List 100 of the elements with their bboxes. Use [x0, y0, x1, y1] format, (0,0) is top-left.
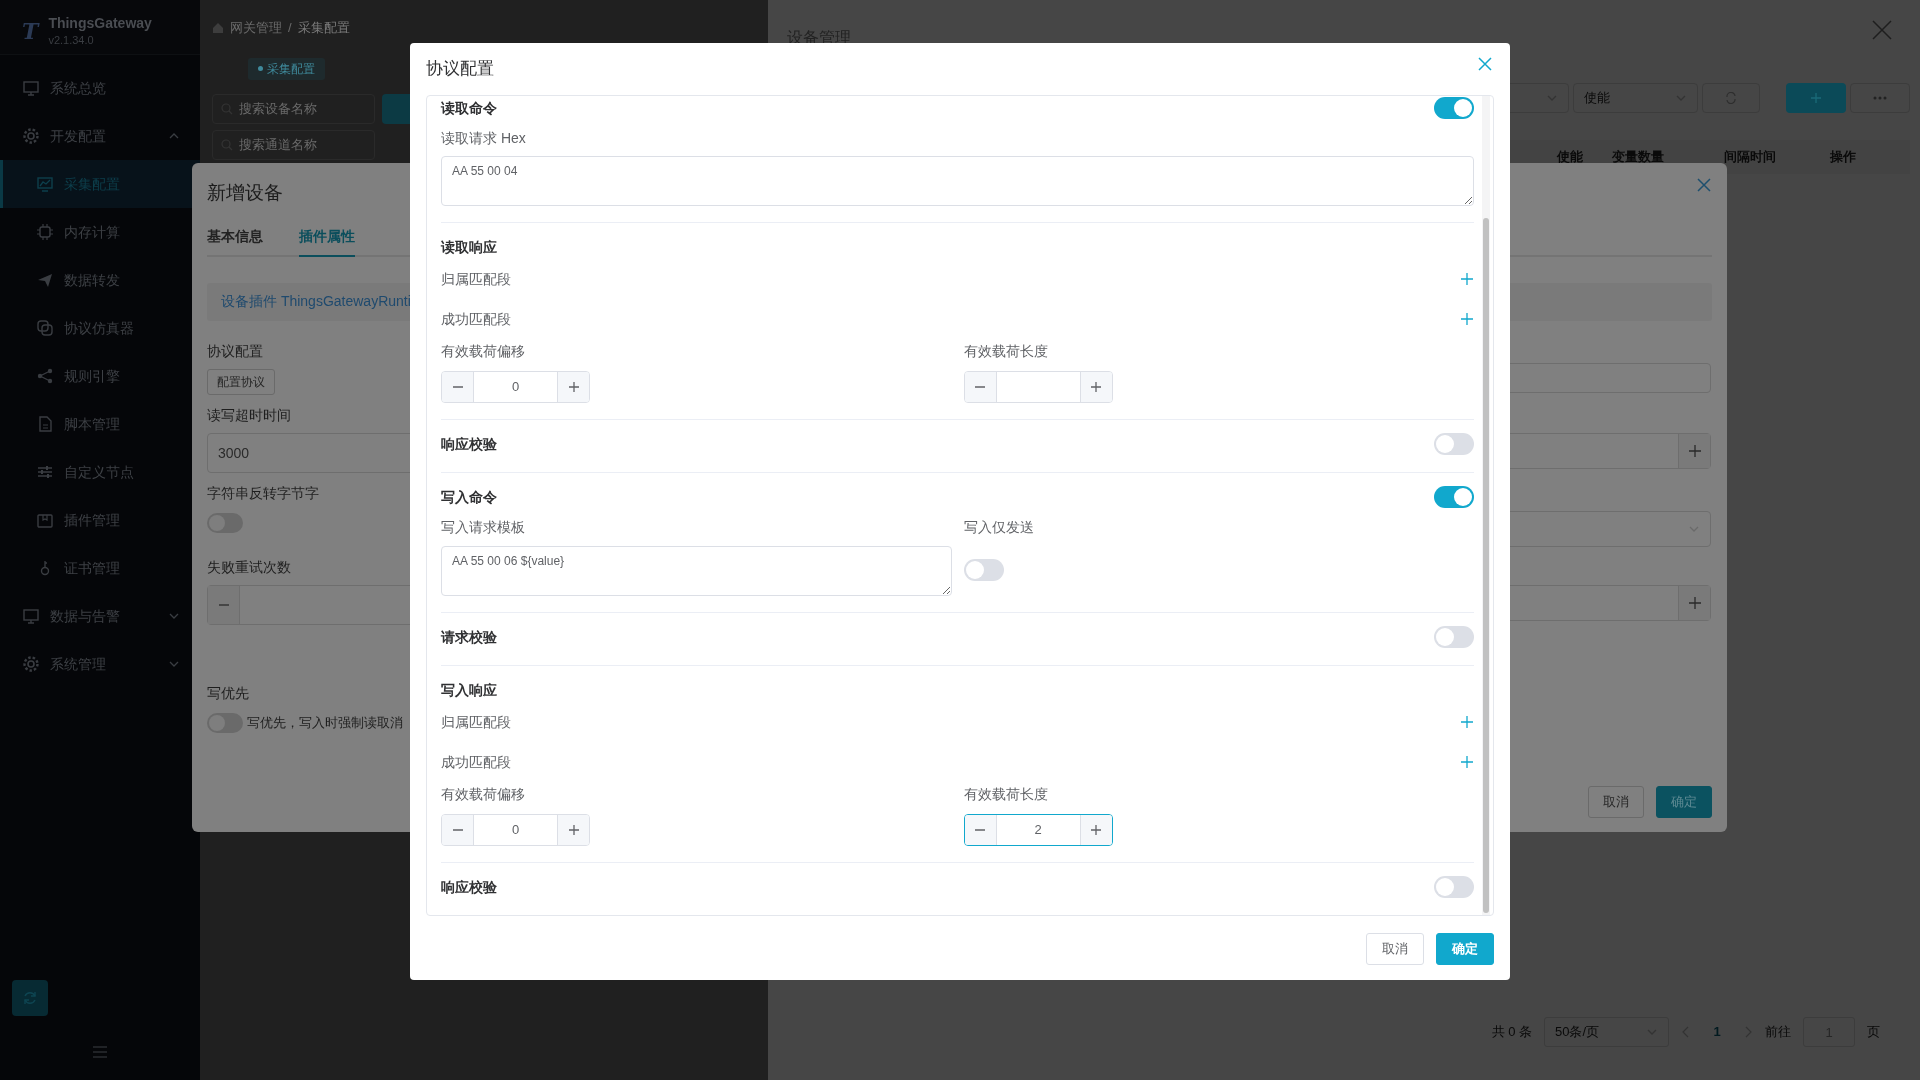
increment-button[interactable]	[1079, 815, 1112, 845]
toggle-switch[interactable]	[1434, 97, 1474, 119]
section-heading: 写入响应	[441, 681, 497, 700]
scrollbar[interactable]	[1482, 96, 1490, 915]
plus-icon	[1810, 92, 1822, 104]
search-field[interactable]: 搜索通道名称	[212, 129, 375, 160]
more-button[interactable]	[1850, 83, 1910, 113]
field-label: 读取请求 Hex	[441, 129, 526, 148]
breadcrumb-item: 采集配置	[297, 19, 350, 37]
field-label: 有效载荷长度	[963, 785, 1048, 804]
toggle-switch[interactable]	[1434, 876, 1474, 898]
chart-icon	[36, 175, 54, 193]
section-heading: 读取命令	[441, 99, 497, 118]
tab[interactable]: 插件属性	[299, 225, 355, 257]
monitor-icon	[22, 79, 40, 97]
document-icon	[36, 415, 54, 433]
menu-icon[interactable]	[92, 1045, 108, 1059]
scrollbar-thumb[interactable]	[1483, 218, 1489, 913]
textarea-field[interactable]: AA 55 00 06 ${value}	[441, 546, 952, 596]
settings-icon	[22, 127, 40, 145]
breadcrumb-item[interactable]: 网关管理	[230, 18, 282, 38]
close-icon[interactable]	[1872, 20, 1892, 40]
sidebar-item[interactable]: 自定义节点	[0, 448, 200, 496]
decrement-button[interactable]	[964, 815, 997, 845]
configure-button[interactable]: 配置协议	[207, 368, 275, 395]
field-label: 协议配置	[207, 341, 263, 361]
search-field[interactable]: 搜索设备名称	[212, 93, 375, 124]
field-label: 有效载荷偏移	[441, 785, 525, 804]
plus-icon	[1687, 443, 1702, 458]
home-icon	[212, 21, 224, 34]
paper-plane-icon	[36, 271, 54, 289]
field-label: 失败重试次数	[207, 557, 291, 577]
number-input[interactable]: 2	[963, 814, 1113, 846]
page-tab[interactable]: 采集配置	[248, 57, 325, 80]
toggle-switch[interactable]	[1434, 486, 1474, 508]
add-button[interactable]	[1786, 83, 1846, 113]
column-header: 变量数量	[1610, 148, 1665, 167]
cancel-button[interactable]: 取消	[1588, 786, 1644, 818]
column-header: 使能	[1555, 148, 1584, 167]
sliders-icon	[36, 463, 54, 481]
section-heading: 响应校验	[441, 435, 497, 454]
field-label: 读写超时时间	[207, 405, 291, 425]
increment-button[interactable]	[557, 815, 589, 845]
field-label: 字符串反转字节字	[207, 483, 319, 503]
increment-button[interactable]	[557, 372, 589, 402]
switch-knob	[1436, 628, 1454, 646]
close-icon[interactable]	[1697, 178, 1711, 192]
page-button[interactable]: 1	[1703, 1021, 1731, 1043]
decrement-button[interactable]	[442, 815, 474, 845]
dialog-title: 协议配置	[426, 58, 494, 81]
refresh-icon	[1725, 92, 1737, 104]
decrement-button[interactable]	[964, 372, 997, 402]
field-label: 有效载荷偏移	[441, 342, 525, 361]
toggle-switch[interactable]	[1434, 433, 1474, 455]
plus-icon	[1090, 824, 1102, 836]
sidebar-item[interactable]: 规则引擎	[0, 352, 200, 400]
switch-knob	[1454, 99, 1472, 117]
settings-icon	[22, 655, 40, 673]
plus-icon	[567, 381, 580, 393]
number-input[interactable]: 0	[441, 371, 590, 403]
switch-knob	[1436, 878, 1454, 896]
copy-icon	[36, 319, 54, 337]
sidebar-item[interactable]: 数据与告警	[0, 592, 200, 640]
dialog-title: 新增设备	[207, 181, 283, 205]
refresh-icon	[22, 990, 38, 1006]
tab[interactable]: 基本信息	[207, 225, 263, 257]
cancel-button[interactable]: 取消	[1366, 933, 1424, 965]
number-input[interactable]: 0	[441, 814, 590, 846]
logo: T	[22, 16, 39, 46]
sidebar-item[interactable]: 协议仿真器	[0, 304, 200, 352]
textarea-field[interactable]: AA 55 00 04	[441, 156, 1474, 206]
total-count: 共 0 条	[1491, 1023, 1532, 1042]
refresh-button[interactable]	[12, 980, 48, 1016]
close-icon[interactable]	[1478, 57, 1492, 71]
number-input[interactable]	[963, 371, 1113, 403]
more-icon	[1873, 96, 1887, 100]
confirm-button[interactable]: 确定	[1436, 933, 1494, 965]
toggle-switch[interactable]	[1434, 626, 1474, 648]
refresh-button[interactable]	[1702, 83, 1760, 113]
confirm-button[interactable]: 确定	[1656, 786, 1712, 818]
field-label: 写优先	[207, 683, 249, 703]
toggle-switch[interactable]	[963, 559, 1004, 581]
section-heading: 响应校验	[441, 878, 497, 897]
add-icon[interactable]	[1460, 755, 1474, 769]
switch-description: 写优先，写入时强制读取消	[246, 713, 403, 732]
section-heading: 请求校验	[441, 628, 497, 647]
decrement-button[interactable]	[442, 372, 474, 402]
field-label: 有效载荷长度	[963, 342, 1048, 361]
sidebar-item[interactable]: 数据转发	[0, 256, 200, 304]
page-size-select[interactable]: 50条/页	[1544, 1017, 1669, 1047]
add-icon[interactable]	[1460, 272, 1474, 286]
plus-icon	[567, 824, 580, 836]
add-icon[interactable]	[1460, 715, 1474, 729]
increment-button[interactable]	[1079, 372, 1112, 402]
package-icon	[36, 511, 54, 529]
add-icon[interactable]	[1460, 312, 1474, 326]
chip-icon	[36, 223, 54, 241]
column-header: 间隔时间	[1723, 148, 1777, 167]
field-label: 归属匹配段	[441, 713, 511, 732]
breadcrumb-separator: /	[288, 19, 292, 37]
